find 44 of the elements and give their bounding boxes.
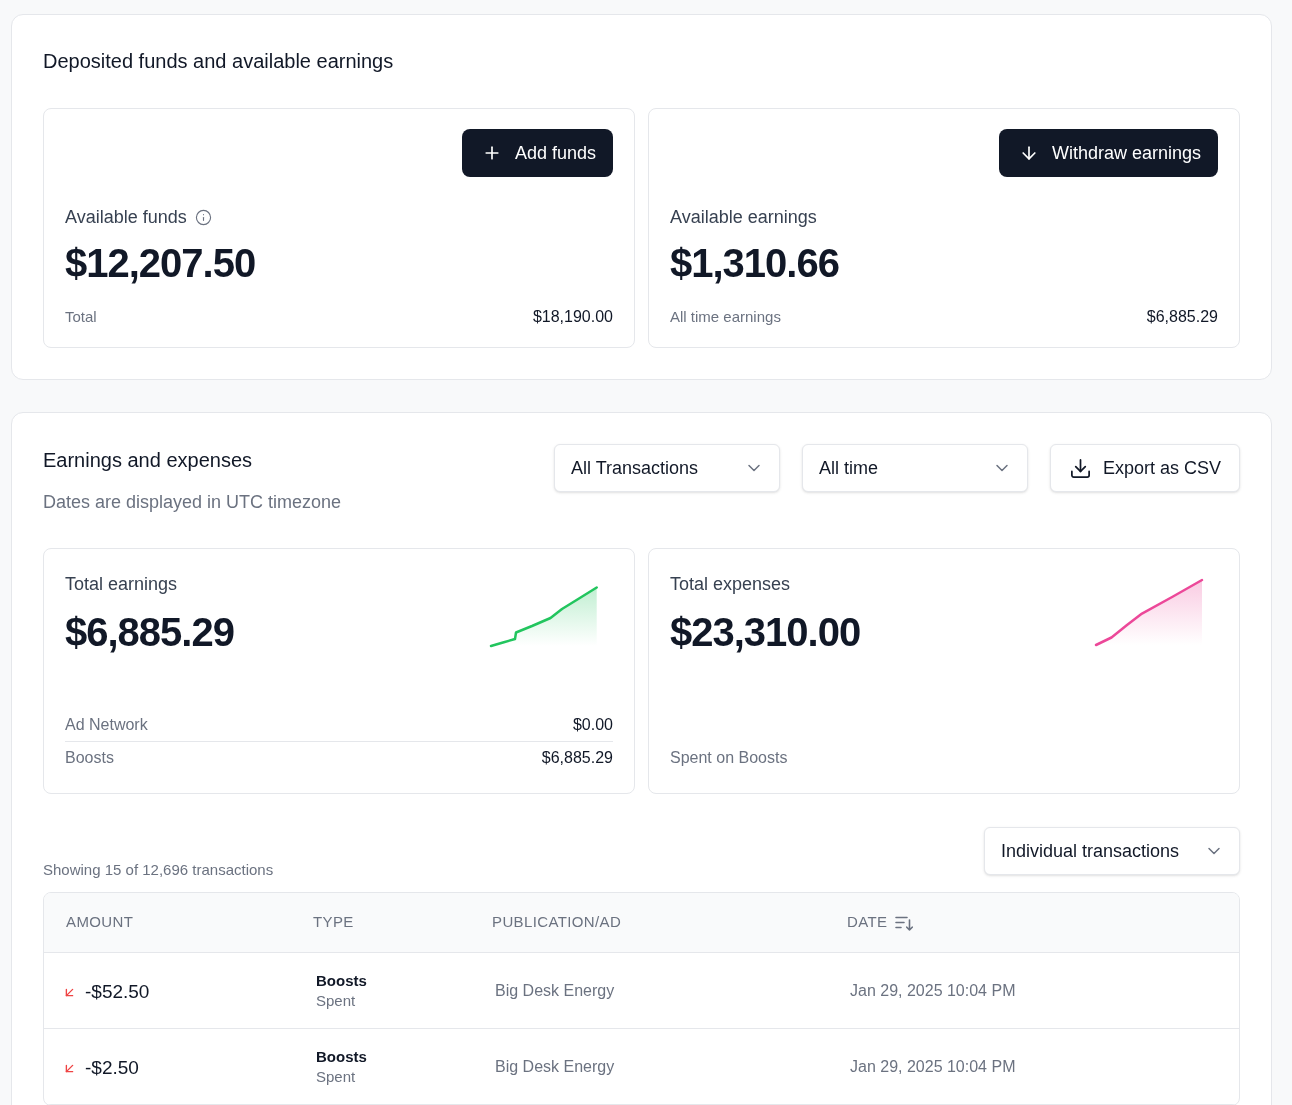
- timezone-note: Dates are displayed in UTC timezone: [43, 491, 342, 514]
- section-title: Deposited funds and available earnings: [43, 49, 395, 74]
- column-header: DATE: [847, 912, 888, 933]
- amount-text: -$52.50: [85, 979, 150, 1004]
- footer-label: Total: [65, 307, 97, 327]
- balance-amount: $12,207.50: [65, 240, 256, 287]
- amount-text: -$2.50: [85, 1055, 139, 1080]
- breakdown-value: $0.00: [572, 715, 613, 735]
- breakdown-label: Spent on Boosts: [670, 748, 788, 768]
- info-icon[interactable]: [194, 208, 212, 226]
- summary-amount: $23,310.00: [670, 609, 861, 656]
- summary-label: Total earnings: [65, 573, 178, 596]
- breakdown-value: $6,885.29: [541, 748, 613, 768]
- date-text: Jan 29, 2025 10:04 PM: [850, 981, 1016, 999]
- summary-amount: $6,885.29: [65, 609, 234, 656]
- filter-dropdown[interactable]: All time: [802, 444, 1028, 492]
- column-header: PUBLICATION/AD: [492, 912, 622, 933]
- section-title: Earnings and expenses: [43, 448, 253, 473]
- subtype-text: Spent: [316, 990, 356, 1011]
- card-label: Available earnings: [670, 206, 817, 229]
- add-funds-button[interactable]: Add funds: [461, 129, 613, 177]
- sort-icon[interactable]: [895, 914, 914, 931]
- date-text: Jan 29, 2025 10:04 PM: [850, 1057, 1016, 1075]
- card-label: Available funds: [65, 206, 187, 229]
- footer-value: $6,885.29: [1146, 307, 1218, 327]
- publication-text: Big Desk Energy: [495, 1057, 615, 1075]
- export-button[interactable]: Export as CSV: [1050, 444, 1240, 492]
- footer-label: All time earnings: [670, 307, 781, 327]
- summary-label: Total expenses: [670, 573, 791, 596]
- balance-amount: $1,310.66: [670, 240, 839, 287]
- subtype-text: Spent: [316, 1066, 356, 1087]
- filter-dropdown[interactable]: All Transactions: [554, 444, 780, 492]
- type-text: Boosts: [316, 1046, 367, 1067]
- download-icon: [1069, 456, 1092, 480]
- breakdown-label: Ad Network: [65, 715, 148, 735]
- column-header: AMOUNT: [66, 912, 134, 933]
- transaction-count: Showing 15 of 12,696 transactions: [43, 860, 274, 880]
- type-text: Boosts: [316, 970, 367, 991]
- publication-text: Big Desk Energy: [495, 981, 615, 999]
- withdraw-button[interactable]: Withdraw earnings: [998, 129, 1218, 177]
- footer-value: $18,190.00: [532, 307, 613, 327]
- breakdown-label: Boosts: [65, 748, 114, 768]
- column-header: TYPE: [313, 912, 354, 933]
- view-dropdown[interactable]: Individual transactions: [984, 827, 1240, 875]
